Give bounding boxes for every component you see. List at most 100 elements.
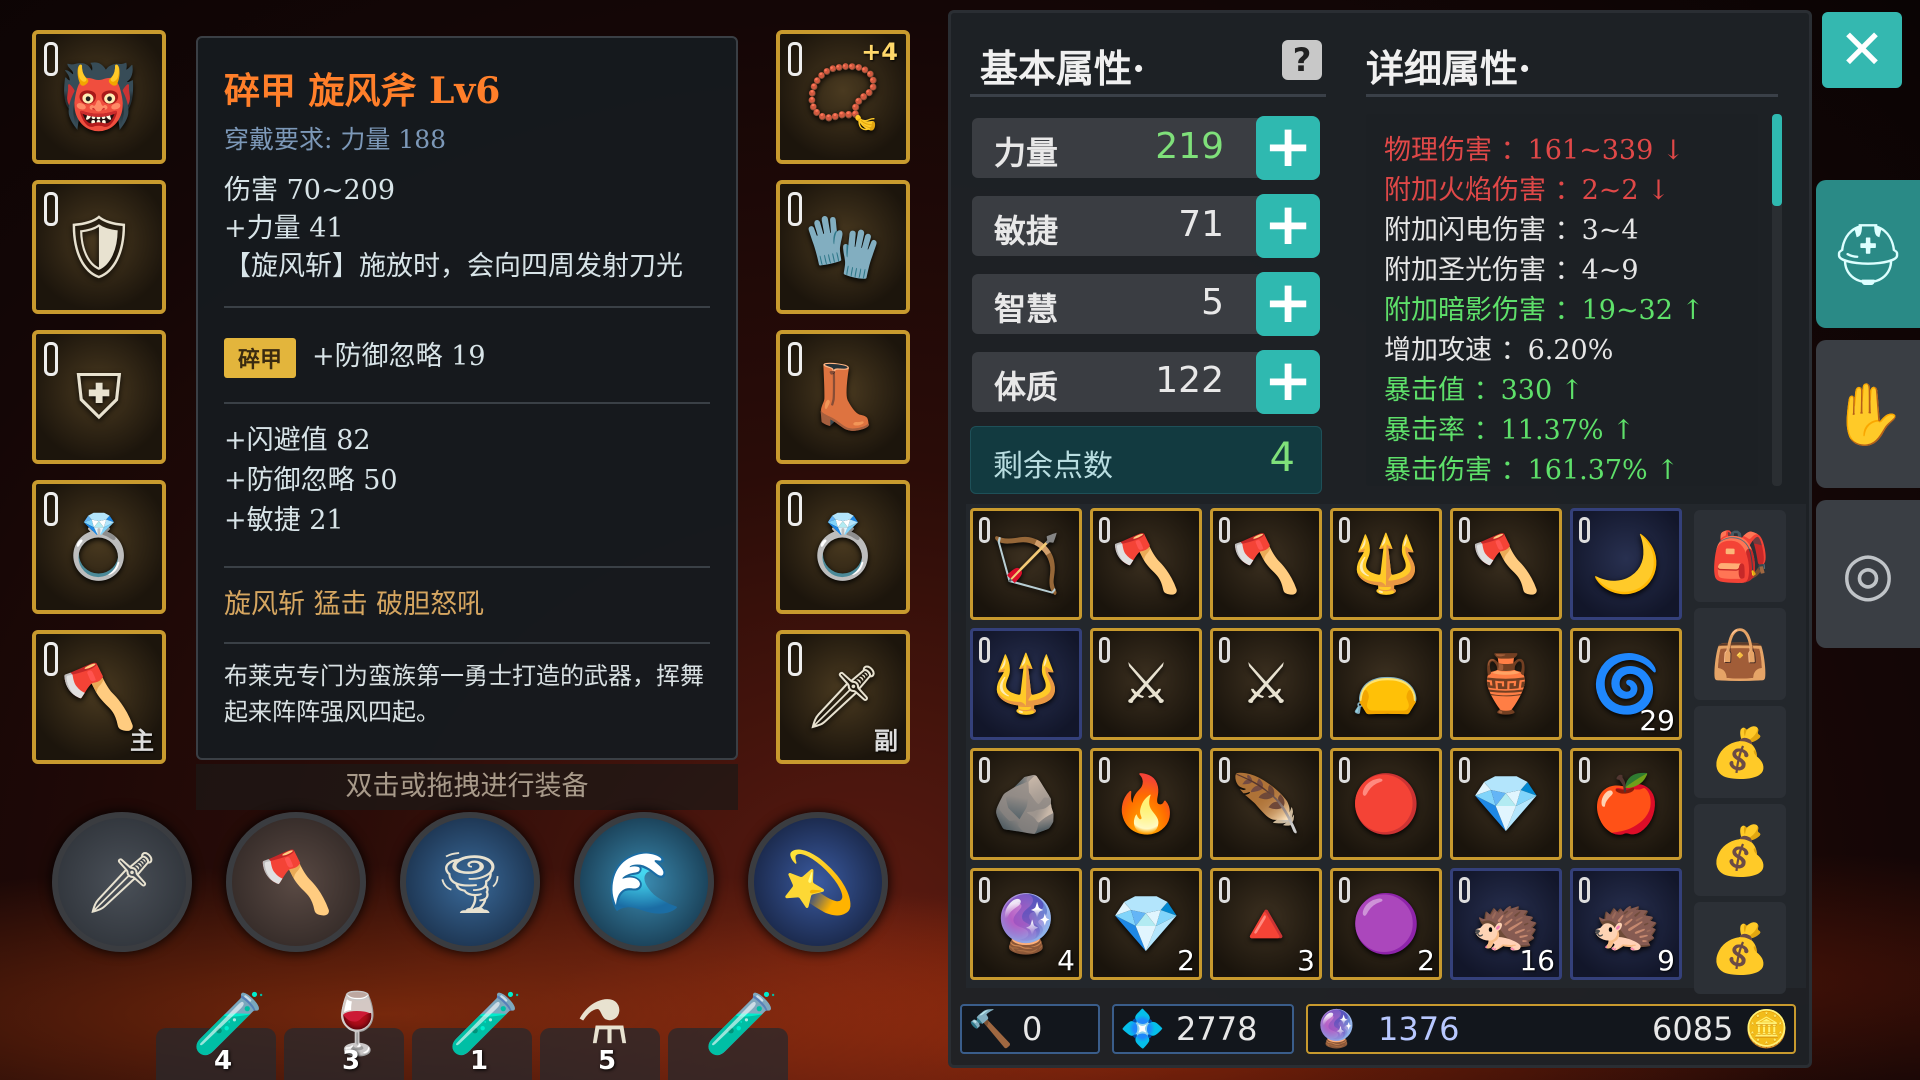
lock-icon	[1339, 877, 1350, 903]
remaining-points-value: 4	[1269, 435, 1295, 481]
bag-slot[interactable]: 💰	[1694, 706, 1786, 798]
skill-whirlwind[interactable]: 🌪	[400, 812, 540, 952]
backpack-icon: 🎒	[1710, 528, 1770, 585]
help-icon[interactable]: ?	[1282, 40, 1322, 80]
stat-name: 智慧	[994, 290, 1059, 328]
inventory-slot[interactable]: 🦔 16	[1450, 868, 1562, 980]
potion-slot[interactable]: 🍷 3	[284, 989, 404, 1080]
equipment-slot[interactable]: ⛨	[32, 330, 166, 464]
lock-icon	[1579, 517, 1590, 543]
equipment-slot[interactable]: 💍	[776, 480, 910, 614]
add-stat-button[interactable]: +	[1256, 272, 1320, 336]
bag-slot[interactable]: 👜	[1694, 608, 1786, 700]
inventory-slot[interactable]: ⚔	[1090, 628, 1202, 740]
inventory-slot[interactable]: 🪓	[1210, 508, 1322, 620]
skill-vortex[interactable]: 💫	[748, 812, 888, 952]
inventory-slot[interactable]: 🪓	[1090, 508, 1202, 620]
skill-slam[interactable]: 🪓	[226, 812, 366, 952]
lock-icon	[1339, 757, 1350, 783]
item-count: 4	[1057, 944, 1075, 977]
equipment-slot[interactable]: 🗡 副	[776, 630, 910, 764]
inventory-slot[interactable]: 🌀 29	[1570, 628, 1682, 740]
stat-name: 力量	[994, 134, 1059, 172]
inventory-slot[interactable]: 🍎	[1570, 748, 1682, 860]
equipment-slot[interactable]: 🪓 主	[32, 630, 166, 764]
basic-attributes-header[interactable]: 基本属性·	[980, 38, 1145, 93]
slot-tag: 副	[874, 727, 898, 755]
inventory-slot[interactable]: ⚔	[1210, 628, 1322, 740]
axe-weapon-icon: 🪓	[60, 660, 138, 733]
stat-value: 122	[1155, 360, 1224, 401]
inventory-slot[interactable]: 🦔 9	[1570, 868, 1682, 980]
stat-row: 力量 219 +	[972, 116, 1320, 180]
inventory-slot[interactable]: 🔱	[970, 628, 1082, 740]
gold-count: 6085	[1652, 1010, 1734, 1048]
equipment-slot[interactable]: 📿 +4	[776, 30, 910, 164]
red-axe-icon: 🪓	[1111, 532, 1181, 597]
item-requirement: 穿戴要求: 力量 188	[224, 125, 447, 154]
scrollbar-thumb[interactable]	[1772, 114, 1782, 206]
equipment-slot[interactable]: 💍	[32, 480, 166, 614]
lock-icon	[1339, 517, 1350, 543]
lock-icon	[1459, 637, 1470, 663]
inventory-slot[interactable]: 🔺 3	[1210, 868, 1322, 980]
detail-attribute: 附加闪电伤害 ：3~4	[1384, 215, 1639, 246]
inventory-slot[interactable]: 🪨	[970, 748, 1082, 860]
potion-slot[interactable]: 🧪 4	[156, 989, 276, 1080]
inventory-slot[interactable]: 🟣 2	[1330, 868, 1442, 980]
side-tab[interactable]: ⛑	[1816, 180, 1920, 328]
inventory-slot[interactable]: 💎 2	[1090, 868, 1202, 980]
lock-icon	[979, 517, 990, 543]
close-button[interactable]: ✕	[1822, 12, 1902, 88]
inventory-slot[interactable]: 🔱	[1330, 508, 1442, 620]
fire-crystal-icon: 🔥	[1111, 772, 1181, 837]
inventory-slot[interactable]: 💎	[1450, 748, 1562, 860]
skill-wave[interactable]: 🌊	[574, 812, 714, 952]
potion-slot[interactable]: 🧪 1	[412, 989, 532, 1080]
inventory-slot[interactable]: 🌙	[1570, 508, 1682, 620]
lock-icon	[1219, 517, 1230, 543]
dark-fur-icon: 🦔	[1591, 892, 1661, 957]
equipment-slot[interactable]: 🧤	[776, 180, 910, 314]
detail-attribute: 暴击值 ：330 ↑	[1384, 375, 1584, 406]
red-axe-icon: 🪓	[1231, 532, 1301, 597]
detailed-attributes-header[interactable]: 详细属性·	[1366, 38, 1531, 93]
whirlwind-icon: 🌪	[431, 847, 509, 918]
inventory-slot[interactable]: 🏹	[970, 508, 1082, 620]
inventory-slot[interactable]: 🪶	[1210, 748, 1322, 860]
detail-attribute-list[interactable]: 物理伤害 ：161~339 ↓ 附加火焰伤害 ：2~2 ↓ 附加闪电伤害 ：3~4 附…	[1366, 114, 1758, 486]
bag-slot[interactable]: 🎒	[1694, 510, 1786, 602]
bag-slot[interactable]: 💰	[1694, 804, 1786, 896]
set-badge: 碎甲	[224, 337, 297, 378]
add-stat-button[interactable]: +	[1256, 194, 1320, 258]
detail-scrollbar[interactable]	[1772, 114, 1782, 486]
tooltip-divider	[224, 566, 710, 568]
lock-icon	[1339, 637, 1350, 663]
side-tab[interactable]: ✋	[1816, 340, 1920, 488]
skill-basic-attack[interactable]: 🗡	[52, 812, 192, 952]
inventory-slot[interactable]: 🪓	[1450, 508, 1562, 620]
inventory-slot[interactable]: 👝	[1330, 628, 1442, 740]
potion-slot[interactable]: 🧪	[668, 989, 788, 1080]
add-stat-button[interactable]: +	[1256, 350, 1320, 414]
wave-icon: 🌊	[606, 847, 682, 918]
enhance-level: +4	[861, 38, 898, 66]
potion-count: 4	[214, 1046, 233, 1076]
potion-count: 1	[470, 1046, 489, 1076]
equipment-slot[interactable]: 🛡	[32, 180, 166, 314]
lock-icon	[788, 492, 802, 526]
ring-icon: 💍	[60, 510, 138, 583]
inventory-slot[interactable]: 🔮 4	[970, 868, 1082, 980]
equipment-slot[interactable]: 👹	[32, 30, 166, 164]
equipment-slot[interactable]: 👢	[776, 330, 910, 464]
lock-icon	[788, 42, 802, 76]
side-tab[interactable]: ◎	[1816, 500, 1920, 648]
inventory-slot[interactable]: 🏺	[1450, 628, 1562, 740]
inventory-slot[interactable]: 🔴	[1330, 748, 1442, 860]
add-stat-button[interactable]: +	[1256, 116, 1320, 180]
bag-slot[interactable]: 💰	[1694, 902, 1786, 994]
lock-icon	[1099, 517, 1110, 543]
inventory-slot[interactable]: 🔥	[1090, 748, 1202, 860]
potion-slot[interactable]: ⚗ 5	[540, 988, 660, 1080]
gem-count: 2778	[1176, 1010, 1258, 1048]
